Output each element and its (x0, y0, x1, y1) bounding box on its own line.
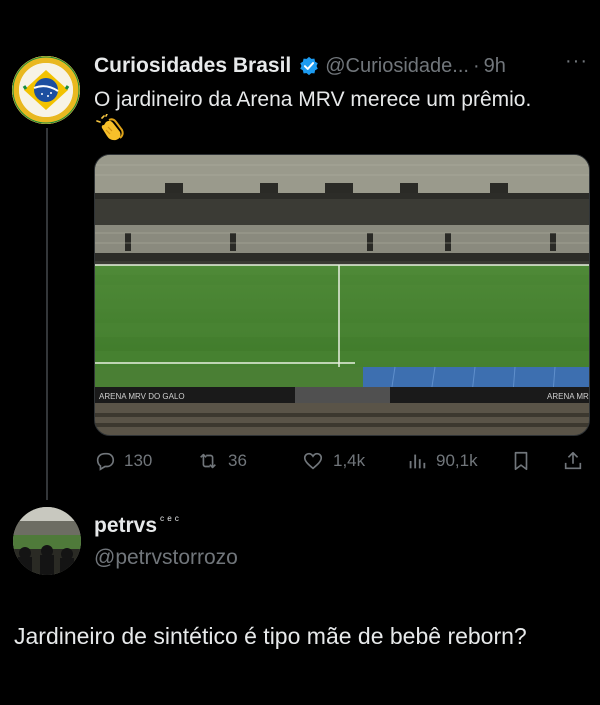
tweet-actions-bar: 130 36 1,4k 90,1k (94, 446, 588, 476)
stadium-crowd-avatar-icon (13, 507, 81, 575)
author-handle[interactable]: @Curiosidade... (325, 55, 469, 78)
retweet-icon (200, 453, 216, 469)
reply-display-name: petrvs (94, 514, 158, 537)
like-count: 1,4k (333, 451, 366, 470)
share-icon (564, 451, 582, 470)
tweet-timestamp[interactable]: 9h (484, 55, 506, 78)
reply-name-suffix: ᶜᵉᶜ (160, 513, 182, 527)
ad-board-right-text: ARENA MR (547, 392, 589, 401)
reply-author-handle[interactable]: @petrvstorrozo (94, 546, 238, 570)
stadium-pitch-photo: ARENA MRV DO GALO ARENA MR (95, 155, 589, 435)
tweet-media-image[interactable]: ARENA MRV DO GALO ARENA MR (94, 154, 590, 436)
reply-icon (96, 452, 115, 471)
reply-count: 130 (124, 451, 153, 470)
clapping-hands-icon (96, 114, 124, 141)
curiosidades-brasil-avatar[interactable] (12, 56, 80, 124)
retweet-button[interactable]: 36 (196, 446, 247, 476)
reply-button[interactable]: 130 (94, 446, 152, 476)
more-options-button[interactable]: ··· (565, 50, 588, 73)
header-separator: · (472, 54, 480, 77)
brazil-flag-logo-icon (12, 56, 80, 124)
views-count: 90,1k (436, 451, 478, 470)
views-button[interactable]: 90,1k (406, 446, 478, 476)
tweet-header: Curiosidades Brasil @Curiosidade... · 9h… (94, 50, 588, 80)
retweet-count: 36 (228, 451, 247, 470)
thread-connector-line (46, 128, 48, 500)
reply-author-name-group[interactable]: petrvs ᶜᵉᶜ (94, 513, 182, 538)
analytics-icon (409, 454, 426, 469)
verified-badge-icon (300, 56, 318, 76)
reply-text: Jardineiro de sintético é tipo mãe de be… (14, 623, 527, 649)
heart-icon (303, 452, 323, 470)
ad-board-left-text: ARENA MRV DO GALO (99, 392, 185, 401)
tweet-text: O jardineiro da Arena MRV merece um prêm… (94, 88, 532, 111)
bookmark-icon (514, 451, 528, 471)
share-button[interactable] (562, 446, 592, 476)
bookmark-button[interactable] (510, 446, 540, 476)
like-button[interactable]: 1,4k (301, 446, 365, 476)
petrvs-avatar[interactable] (13, 507, 81, 575)
author-display-name[interactable]: Curiosidades Brasil (94, 54, 291, 78)
